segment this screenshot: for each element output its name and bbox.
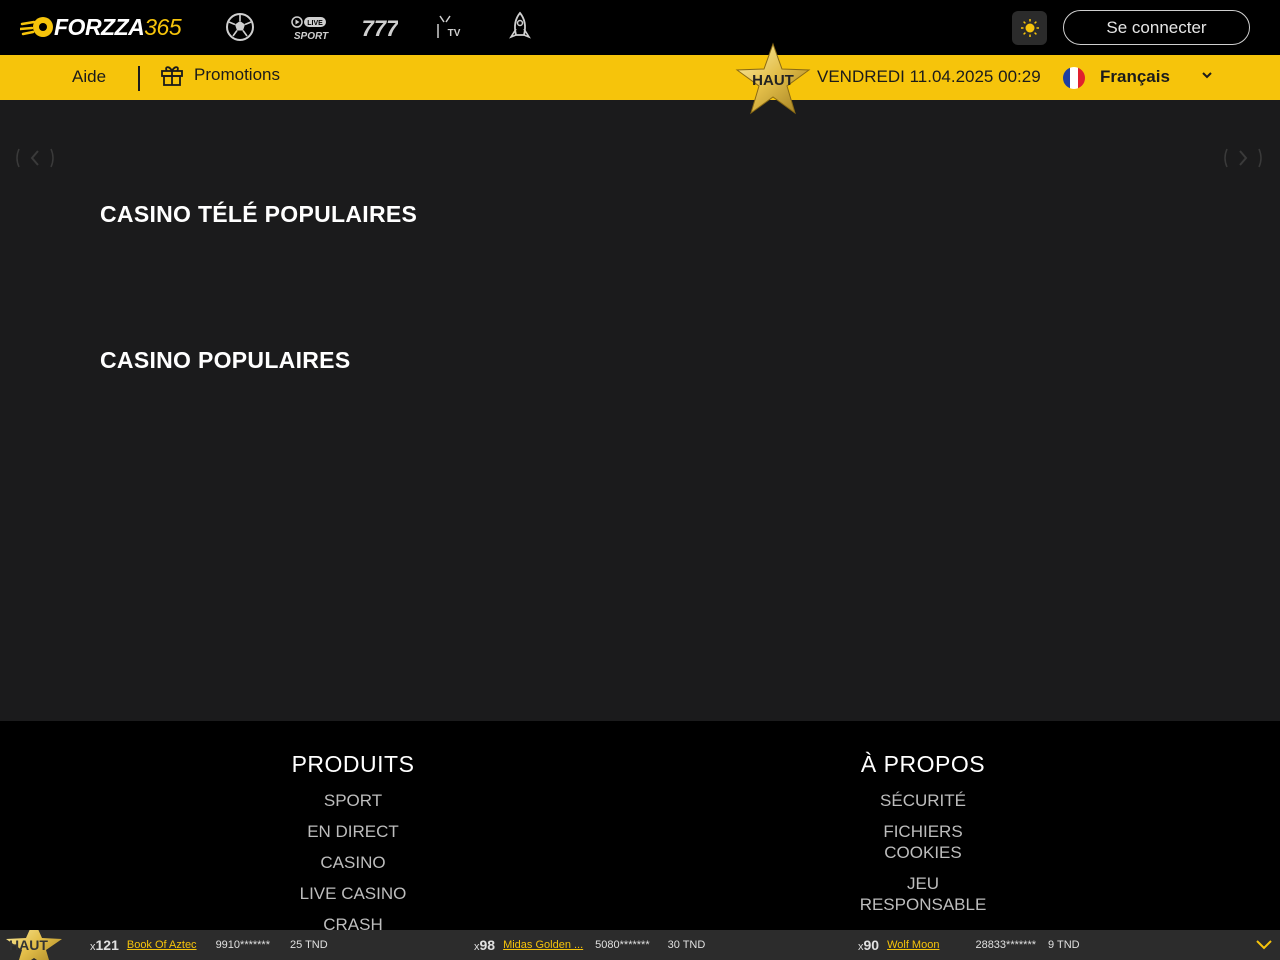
- promotions-label: Promotions: [194, 65, 280, 84]
- footer-link-sport[interactable]: SPORT: [253, 790, 453, 811]
- carousel-prev-button[interactable]: [14, 146, 56, 170]
- footer-link-live-casino[interactable]: LIVE CASINO: [253, 883, 453, 904]
- footer-products-title: PRODUITS: [291, 751, 415, 777]
- logo-ball-icon: [18, 12, 56, 42]
- footer: PRODUITS SPORT EN DIRECT CASINO LIVE CAS…: [0, 721, 1280, 934]
- footer-about-title: À PROPOS: [860, 751, 986, 777]
- login-button[interactable]: Se connecter: [1063, 10, 1250, 45]
- slots-777-icon[interactable]: 777: [360, 10, 400, 44]
- footer-link-casino[interactable]: CASINO: [253, 852, 453, 873]
- language-selector[interactable]: Français: [1100, 67, 1170, 87]
- win-amount: 25 TND: [290, 939, 328, 951]
- sun-icon: [1020, 19, 1039, 37]
- win-multiplier: x121: [90, 937, 119, 953]
- chevron-down-icon[interactable]: [1255, 938, 1273, 952]
- win-game-link[interactable]: Midas Golden ...: [503, 939, 583, 951]
- win-user: 5080*******: [595, 939, 650, 951]
- current-datetime: VENDREDI 11.04.2025 00:29: [817, 67, 1041, 86]
- football-icon[interactable]: [220, 10, 260, 44]
- ticker-back-to-top-button[interactable]: HAUT: [0, 930, 72, 960]
- ticker-back-to-top-label: HAUT: [9, 937, 48, 953]
- footer-products-column: PRODUITS SPORT EN DIRECT CASINO LIVE CAS…: [253, 751, 453, 945]
- win-game-link[interactable]: Book Of Aztec: [127, 939, 197, 951]
- footer-link-cookies[interactable]: FICHIERS COOKIES: [843, 821, 1003, 863]
- logo-text: FORZZA365: [54, 13, 182, 40]
- chevron-right-icon: [1224, 148, 1262, 168]
- back-to-top-label: HAUT: [752, 72, 794, 89]
- footer-link-live[interactable]: EN DIRECT: [253, 821, 453, 842]
- carousel-next-button[interactable]: [1222, 146, 1264, 170]
- recent-wins-ticker: HAUT x121 Book Of Aztec 9910******* 25 T…: [0, 930, 1280, 960]
- footer-link-responsible-gaming[interactable]: JEU RESPONSABLE: [843, 873, 1003, 915]
- chevron-down-icon[interactable]: [1200, 69, 1214, 81]
- logo[interactable]: FORZZA365: [18, 12, 182, 42]
- live-sport-icon[interactable]: LIVE SPORT: [290, 10, 330, 44]
- tv-icon[interactable]: TV: [428, 10, 468, 44]
- promotions-link[interactable]: Promotions: [160, 64, 280, 86]
- gift-icon: [161, 66, 183, 86]
- svg-text:LIVE: LIVE: [307, 20, 323, 27]
- svg-text:777: 777: [362, 16, 398, 41]
- win-entry: x90 Wolf Moon 28833******* 9 TND: [858, 930, 1080, 960]
- theme-toggle-button[interactable]: [1012, 11, 1047, 45]
- chevron-left-icon: [16, 148, 54, 168]
- top-header: FORZZA365 LIVE SPORT 777 TV Se connecter: [0, 0, 1280, 55]
- win-user: 9910*******: [215, 939, 270, 951]
- win-game-link[interactable]: Wolf Moon: [887, 939, 939, 951]
- back-to-top-star-button[interactable]: HAUT: [735, 42, 811, 116]
- win-multiplier: x98: [474, 937, 496, 953]
- footer-link-security[interactable]: SÉCURITÉ: [843, 790, 1003, 811]
- rocket-icon[interactable]: [500, 10, 540, 44]
- france-flag-icon: [1063, 67, 1085, 89]
- sub-navigation-bar: Aide Promotions VENDREDI 11.04.2025 00:2…: [0, 55, 1280, 100]
- win-user: 28833*******: [975, 939, 1037, 951]
- win-amount: 9 TND: [1048, 939, 1080, 951]
- win-multiplier: x90: [858, 937, 880, 953]
- win-entry: x121 Book Of Aztec 9910******* 25 TND: [90, 930, 328, 960]
- help-link[interactable]: Aide: [72, 67, 106, 87]
- divider: [138, 66, 140, 91]
- section-title-popular-tv-casino: CASINO TÉLÉ POPULAIRES: [100, 201, 418, 227]
- win-entry: x98 Midas Golden ... 5080******* 30 TND: [474, 930, 705, 960]
- svg-text:TV: TV: [448, 28, 461, 39]
- win-amount: 30 TND: [667, 939, 706, 951]
- svg-text:SPORT: SPORT: [294, 31, 329, 42]
- section-title-popular-casino: CASINO POPULAIRES: [100, 347, 351, 373]
- footer-about-column: À PROPOS SÉCURITÉ FICHIERS COOKIES JEU R…: [843, 751, 1003, 925]
